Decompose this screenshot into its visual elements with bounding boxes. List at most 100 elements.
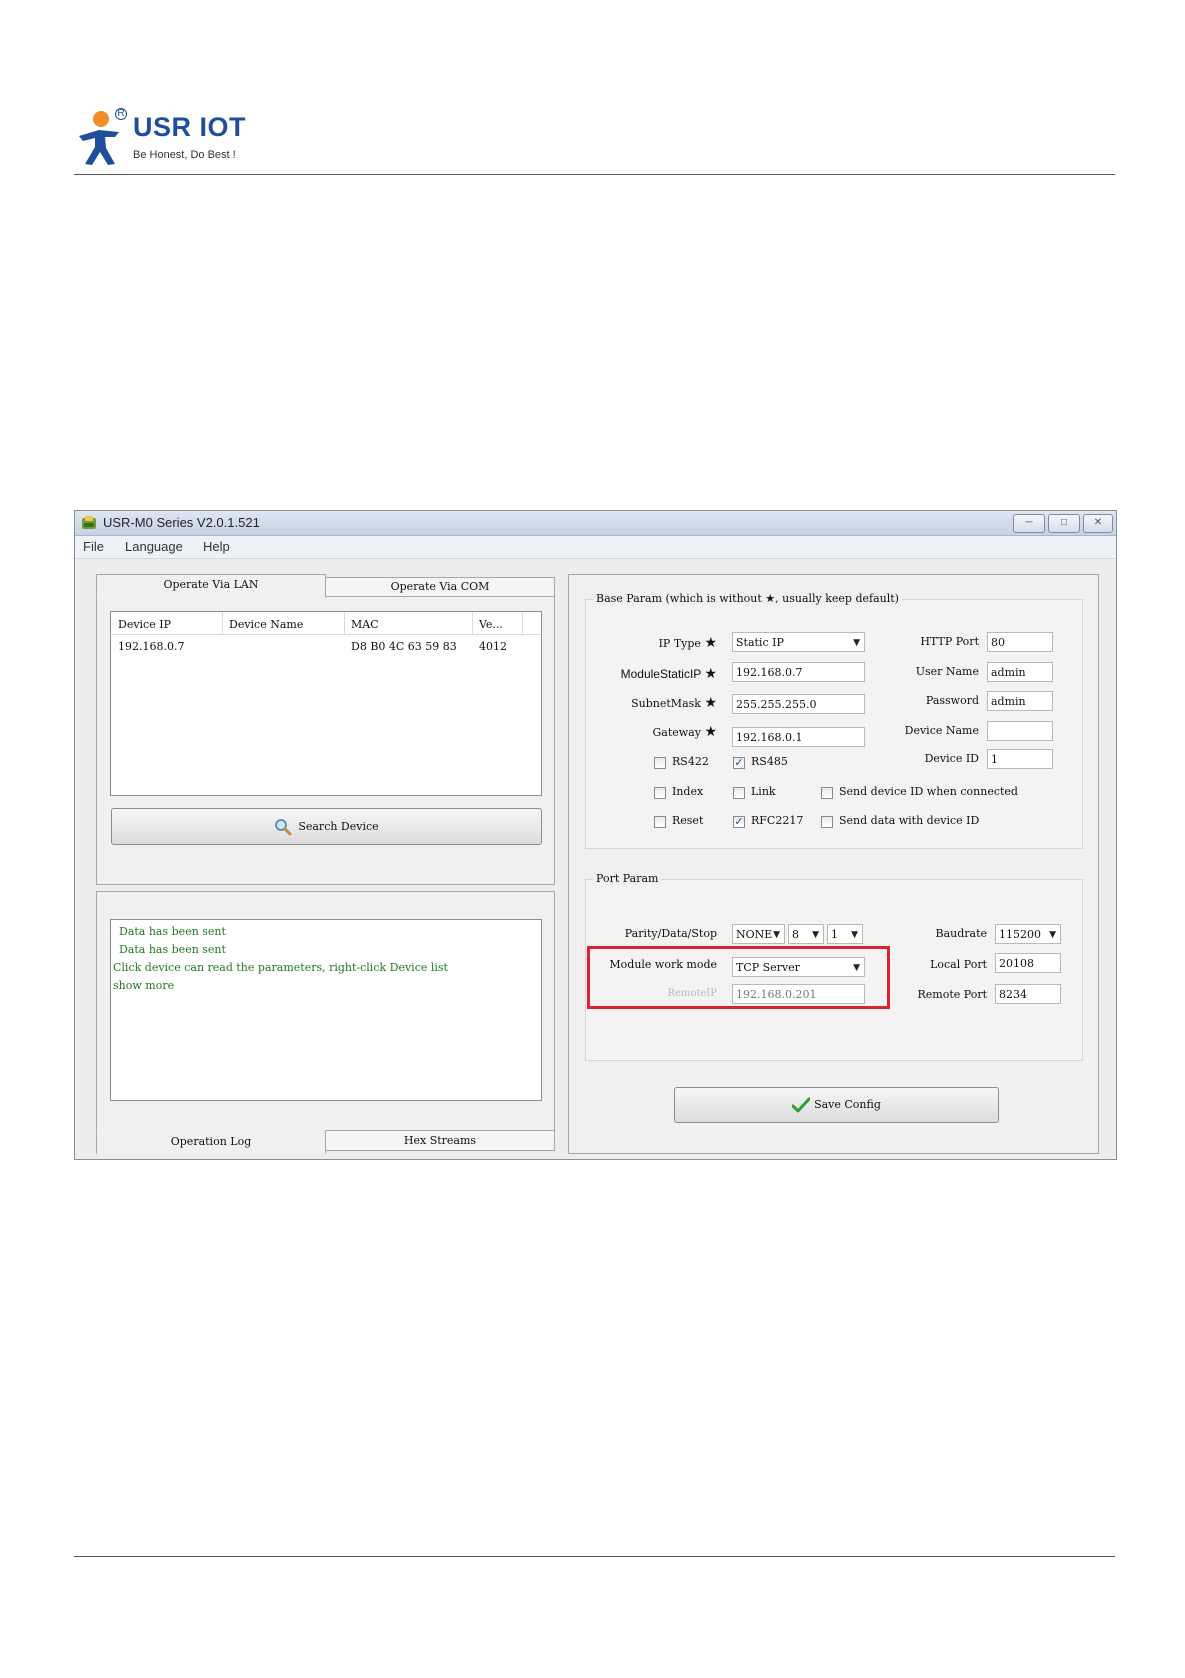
- lan-panel: Device IP Device Name MAC Ve... 192.168.…: [96, 596, 555, 885]
- device-name-label: Device Name: [904, 724, 979, 737]
- log-line: Data has been sent: [119, 943, 226, 956]
- password-field[interactable]: admin: [987, 691, 1053, 711]
- search-icon: [275, 819, 292, 836]
- tab-hex-streams[interactable]: Hex Streams: [325, 1130, 555, 1151]
- save-config-label: Save Config: [814, 1098, 881, 1111]
- remote-ip-field[interactable]: 192.168.0.201: [732, 984, 865, 1004]
- col-version[interactable]: Ve...: [479, 618, 503, 631]
- app-icon: [82, 516, 96, 529]
- search-device-label: Search Device: [298, 820, 379, 833]
- device-name-field[interactable]: [987, 721, 1053, 741]
- password-label: Password: [925, 694, 979, 707]
- brand-name: USR IOT: [133, 112, 247, 142]
- menu-file[interactable]: File: [83, 539, 104, 554]
- log-line: show more: [113, 979, 175, 992]
- check-icon: [791, 1097, 811, 1113]
- minimize-button[interactable]: ─: [1013, 514, 1045, 533]
- port-param-title: Port Param: [593, 872, 662, 885]
- search-device-button[interactable]: Search Device: [111, 808, 542, 845]
- index-label: Index: [672, 785, 704, 798]
- baudrate-select[interactable]: 115200 ▼: [995, 924, 1061, 944]
- rs422-checkbox[interactable]: [654, 757, 666, 769]
- chevron-down-icon: ▼: [812, 930, 819, 940]
- rs485-label: RS485: [751, 755, 788, 768]
- save-config-button[interactable]: Save Config: [674, 1087, 999, 1123]
- chevron-down-icon: ▼: [851, 930, 858, 940]
- http-port-field[interactable]: 80: [987, 632, 1053, 652]
- parity-select[interactable]: NONE ▼: [732, 924, 785, 944]
- config-panel: Base Param (which is without ★, usually …: [568, 574, 1099, 1154]
- tab-operate-via-com[interactable]: Operate Via COM: [325, 577, 555, 598]
- rfc2217-checkbox[interactable]: ✓: [733, 816, 745, 828]
- tab-operation-log[interactable]: Operation Log: [96, 1130, 326, 1154]
- local-port-field[interactable]: 20108: [995, 953, 1061, 973]
- device-list[interactable]: Device IP Device Name MAC Ve... 192.168.…: [110, 611, 542, 796]
- baudrate-label: Baudrate: [935, 927, 987, 940]
- work-mode-select[interactable]: TCP Server ▼: [732, 957, 865, 977]
- col-device-name[interactable]: Device Name: [229, 618, 303, 631]
- send-data-id-label: Send data with device ID: [839, 814, 980, 827]
- subnet-label: SubnetMask ★: [631, 695, 717, 711]
- table-row[interactable]: 192.168.0.7 D8 B0 4C 63 59 83 4012: [111, 638, 541, 656]
- menu-language[interactable]: Language: [125, 539, 183, 554]
- index-checkbox[interactable]: [654, 787, 666, 799]
- reset-label: Reset: [672, 814, 704, 827]
- user-name-field[interactable]: admin: [987, 662, 1053, 682]
- footer-rule: [74, 1556, 1115, 1557]
- title-bar: USR-M0 Series V2.0.1.521 ─ □ ✕: [75, 511, 1116, 536]
- link-checkbox[interactable]: [733, 787, 745, 799]
- reset-checkbox[interactable]: [654, 816, 666, 828]
- stop-bits-select[interactable]: 1 ▼: [827, 924, 863, 944]
- subnet-field[interactable]: 255.255.255.0: [732, 694, 865, 714]
- rs422-label: RS422: [672, 755, 709, 768]
- device-id-field[interactable]: 1: [987, 749, 1053, 769]
- send-id-connected-label: Send device ID when connected: [839, 785, 1018, 798]
- work-mode-label: Module work mode: [609, 958, 717, 971]
- tab-operate-via-lan[interactable]: Operate Via LAN: [96, 574, 326, 598]
- chevron-down-icon: ▼: [853, 963, 860, 973]
- log-panel: Data has been sent Data has been sent Cl…: [96, 891, 555, 1133]
- gateway-label: Gateway ★: [652, 724, 717, 740]
- cell-mac: D8 B0 4C 63 59 83: [351, 640, 457, 653]
- brand-tagline: Be Honest, Do Best !: [133, 149, 236, 161]
- send-data-id-checkbox[interactable]: [821, 816, 833, 828]
- log-line: Click device can read the parameters, ri…: [113, 961, 448, 974]
- data-bits-select[interactable]: 8 ▼: [788, 924, 824, 944]
- col-device-ip[interactable]: Device IP: [118, 618, 171, 631]
- send-id-connected-checkbox[interactable]: [821, 787, 833, 799]
- remote-ip-label: RemoteIP: [667, 988, 717, 999]
- parity-label: Parity/Data/Stop: [624, 927, 717, 940]
- remote-port-label: Remote Port: [917, 988, 987, 1001]
- chevron-down-icon: ▼: [1049, 930, 1056, 940]
- remote-port-field[interactable]: 8234: [995, 984, 1061, 1004]
- close-button[interactable]: ✕: [1083, 514, 1113, 533]
- col-mac[interactable]: MAC: [351, 618, 379, 631]
- rs485-checkbox[interactable]: ✓: [733, 757, 745, 769]
- header-rule: [74, 174, 1115, 175]
- window-title: USR-M0 Series V2.0.1.521: [103, 515, 260, 530]
- gateway-field[interactable]: 192.168.0.1: [732, 727, 865, 747]
- device-id-label: Device ID: [924, 752, 979, 765]
- ip-type-select[interactable]: Static IP ▼: [732, 632, 865, 652]
- local-port-label: Local Port: [930, 958, 987, 971]
- static-ip-field[interactable]: 192.168.0.7: [732, 662, 865, 682]
- http-port-label: HTTP Port: [920, 635, 979, 648]
- log-line: Data has been sent: [119, 925, 226, 938]
- cell-ip: 192.168.0.7: [118, 640, 185, 653]
- ip-type-label: IP Type ★: [658, 635, 717, 651]
- cell-version: 4012: [479, 640, 507, 653]
- maximize-button[interactable]: □: [1048, 514, 1080, 533]
- base-param-title: Base Param (which is without ★, usually …: [593, 592, 902, 605]
- operation-log[interactable]: Data has been sent Data has been sent Cl…: [110, 919, 542, 1101]
- link-label: Link: [751, 785, 776, 798]
- menu-help[interactable]: Help: [203, 539, 230, 554]
- app-window: USR-M0 Series V2.0.1.521 ─ □ ✕ File Lang…: [74, 510, 1117, 1160]
- chevron-down-icon: ▼: [853, 638, 860, 648]
- chevron-down-icon: ▼: [773, 930, 780, 940]
- menu-bar: File Language Help: [75, 536, 1116, 559]
- rfc2217-label: RFC2217: [751, 814, 804, 827]
- device-list-header: Device IP Device Name MAC Ve...: [111, 612, 541, 635]
- registered-mark: R: [115, 108, 127, 120]
- user-name-label: User Name: [915, 665, 979, 678]
- static-ip-label: ModuleStaticIP ★: [620, 665, 717, 681]
